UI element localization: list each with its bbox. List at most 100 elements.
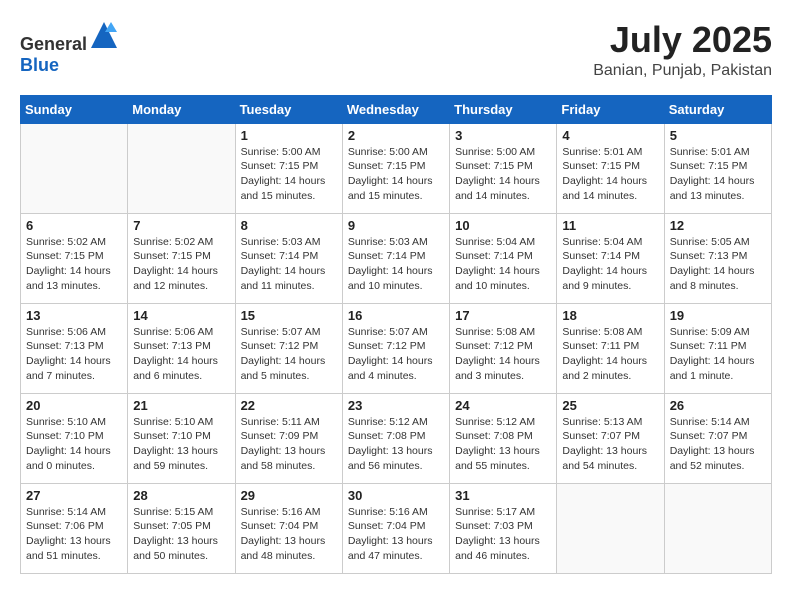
calendar-week-row: 27 Sunrise: 5:14 AM Sunset: 7:06 PM Dayli… <box>21 483 772 573</box>
day-number: 10 <box>455 218 551 233</box>
calendar-cell <box>128 123 235 213</box>
day-info: Sunrise: 5:16 AM Sunset: 7:04 PM Dayligh… <box>241 505 337 564</box>
calendar-cell: 26Sunrise: 5:14 AM Sunset: 7:07 PM Dayli… <box>664 393 771 483</box>
day-info: Sunrise: 5:07 AM Sunset: 7:12 PM Dayligh… <box>241 325 337 384</box>
calendar-cell <box>21 123 128 213</box>
day-number: 7 <box>133 218 229 233</box>
day-number: 11 <box>562 218 658 233</box>
logo-text: General Blue <box>20 20 119 76</box>
day-number: 1 <box>241 128 337 143</box>
day-number: 27 <box>26 488 122 503</box>
calendar-cell: 29 Sunrise: 5:16 AM Sunset: 7:04 PM Dayli… <box>235 483 342 573</box>
day-info: Sunrise: 5:12 AM Sunset: 7:08 PM Dayligh… <box>348 415 444 474</box>
calendar-cell: 6 Sunrise: 5:02 AM Sunset: 7:15 PM Daylig… <box>21 213 128 303</box>
calendar-header-wednesday: Wednesday <box>342 95 449 123</box>
calendar-cell: 2 Sunrise: 5:00 AM Sunset: 7:15 PM Daylig… <box>342 123 449 213</box>
day-info: Sunrise: 5:03 AM Sunset: 7:14 PM Dayligh… <box>241 235 337 294</box>
calendar-cell: 18Sunrise: 5:08 AM Sunset: 7:11 PM Dayli… <box>557 303 664 393</box>
calendar-cell: 27 Sunrise: 5:14 AM Sunset: 7:06 PM Dayli… <box>21 483 128 573</box>
calendar-cell: 3 Sunrise: 5:00 AM Sunset: 7:15 PM Daylig… <box>450 123 557 213</box>
calendar-header-friday: Friday <box>557 95 664 123</box>
calendar-cell: 11 Sunrise: 5:04 AM Sunset: 7:14 PM Dayli… <box>557 213 664 303</box>
calendar-header-thursday: Thursday <box>450 95 557 123</box>
day-info: Sunrise: 5:00 AM Sunset: 7:15 PM Dayligh… <box>455 145 551 204</box>
calendar-cell: 14Sunrise: 5:06 AM Sunset: 7:13 PM Dayli… <box>128 303 235 393</box>
day-info: Sunrise: 5:09 AM Sunset: 7:11 PM Dayligh… <box>670 325 766 384</box>
day-info: Sunrise: 5:05 AM Sunset: 7:13 PM Dayligh… <box>670 235 766 294</box>
calendar-header-tuesday: Tuesday <box>235 95 342 123</box>
day-info: Sunrise: 5:17 AM Sunset: 7:03 PM Dayligh… <box>455 505 551 564</box>
day-info: Sunrise: 5:01 AM Sunset: 7:15 PM Dayligh… <box>670 145 766 204</box>
location-title: Banian, Punjab, Pakistan <box>593 62 772 80</box>
day-number: 9 <box>348 218 444 233</box>
day-info: Sunrise: 5:08 AM Sunset: 7:11 PM Dayligh… <box>562 325 658 384</box>
logo: General Blue <box>20 20 119 76</box>
calendar-cell: 21 Sunrise: 5:10 AM Sunset: 7:10 PM Dayli… <box>128 393 235 483</box>
day-info: Sunrise: 5:02 AM Sunset: 7:15 PM Dayligh… <box>26 235 122 294</box>
day-number: 4 <box>562 128 658 143</box>
calendar-week-row: 1 Sunrise: 5:00 AM Sunset: 7:15 PM Daylig… <box>21 123 772 213</box>
title-block: July 2025 Banian, Punjab, Pakistan <box>593 20 772 80</box>
day-info: Sunrise: 5:14 AM Sunset: 7:07 PM Dayligh… <box>670 415 766 474</box>
day-number: 31 <box>455 488 551 503</box>
calendar-cell: 15 Sunrise: 5:07 AM Sunset: 7:12 PM Dayli… <box>235 303 342 393</box>
day-info: Sunrise: 5:02 AM Sunset: 7:15 PM Dayligh… <box>133 235 229 294</box>
logo-general: General <box>20 34 87 54</box>
day-number: 24 <box>455 398 551 413</box>
day-number: 21 <box>133 398 229 413</box>
calendar-cell: 4 Sunrise: 5:01 AM Sunset: 7:15 PM Daylig… <box>557 123 664 213</box>
calendar-cell: 22 Sunrise: 5:11 AM Sunset: 7:09 PM Dayli… <box>235 393 342 483</box>
day-info: Sunrise: 5:00 AM Sunset: 7:15 PM Dayligh… <box>241 145 337 204</box>
day-info: Sunrise: 5:00 AM Sunset: 7:15 PM Dayligh… <box>348 145 444 204</box>
calendar-header-row: SundayMondayTuesdayWednesdayThursdayFrid… <box>21 95 772 123</box>
day-info: Sunrise: 5:03 AM Sunset: 7:14 PM Dayligh… <box>348 235 444 294</box>
day-number: 6 <box>26 218 122 233</box>
day-number: 17 <box>455 308 551 323</box>
day-number: 23 <box>348 398 444 413</box>
day-info: Sunrise: 5:07 AM Sunset: 7:12 PM Dayligh… <box>348 325 444 384</box>
day-info: Sunrise: 5:12 AM Sunset: 7:08 PM Dayligh… <box>455 415 551 474</box>
day-number: 3 <box>455 128 551 143</box>
page-header: General Blue July 2025 Banian, Punjab, P… <box>20 20 772 80</box>
calendar-cell: 12Sunrise: 5:05 AM Sunset: 7:13 PM Dayli… <box>664 213 771 303</box>
calendar-cell: 25Sunrise: 5:13 AM Sunset: 7:07 PM Dayli… <box>557 393 664 483</box>
day-number: 20 <box>26 398 122 413</box>
day-number: 22 <box>241 398 337 413</box>
calendar-cell: 28Sunrise: 5:15 AM Sunset: 7:05 PM Dayli… <box>128 483 235 573</box>
calendar-week-row: 13 Sunrise: 5:06 AM Sunset: 7:13 PM Dayli… <box>21 303 772 393</box>
day-info: Sunrise: 5:01 AM Sunset: 7:15 PM Dayligh… <box>562 145 658 204</box>
day-number: 13 <box>26 308 122 323</box>
day-number: 29 <box>241 488 337 503</box>
month-title: July 2025 <box>593 20 772 60</box>
day-info: Sunrise: 5:13 AM Sunset: 7:07 PM Dayligh… <box>562 415 658 474</box>
day-number: 30 <box>348 488 444 503</box>
day-info: Sunrise: 5:06 AM Sunset: 7:13 PM Dayligh… <box>26 325 122 384</box>
calendar-header-monday: Monday <box>128 95 235 123</box>
day-info: Sunrise: 5:06 AM Sunset: 7:13 PM Dayligh… <box>133 325 229 384</box>
day-number: 19 <box>670 308 766 323</box>
day-number: 16 <box>348 308 444 323</box>
day-info: Sunrise: 5:11 AM Sunset: 7:09 PM Dayligh… <box>241 415 337 474</box>
day-info: Sunrise: 5:04 AM Sunset: 7:14 PM Dayligh… <box>562 235 658 294</box>
calendar-header-saturday: Saturday <box>664 95 771 123</box>
calendar-cell: 1 Sunrise: 5:00 AM Sunset: 7:15 PM Daylig… <box>235 123 342 213</box>
calendar-cell: 9 Sunrise: 5:03 AM Sunset: 7:14 PM Daylig… <box>342 213 449 303</box>
day-info: Sunrise: 5:10 AM Sunset: 7:10 PM Dayligh… <box>133 415 229 474</box>
calendar-week-row: 20 Sunrise: 5:10 AM Sunset: 7:10 PM Dayli… <box>21 393 772 483</box>
calendar-header-sunday: Sunday <box>21 95 128 123</box>
logo-blue: Blue <box>20 55 59 75</box>
day-info: Sunrise: 5:04 AM Sunset: 7:14 PM Dayligh… <box>455 235 551 294</box>
calendar-cell <box>664 483 771 573</box>
day-info: Sunrise: 5:14 AM Sunset: 7:06 PM Dayligh… <box>26 505 122 564</box>
day-number: 8 <box>241 218 337 233</box>
calendar-cell <box>557 483 664 573</box>
calendar-cell: 19 Sunrise: 5:09 AM Sunset: 7:11 PM Dayli… <box>664 303 771 393</box>
calendar-cell: 24 Sunrise: 5:12 AM Sunset: 7:08 PM Dayli… <box>450 393 557 483</box>
day-info: Sunrise: 5:16 AM Sunset: 7:04 PM Dayligh… <box>348 505 444 564</box>
day-number: 28 <box>133 488 229 503</box>
day-number: 15 <box>241 308 337 323</box>
calendar-table: SundayMondayTuesdayWednesdayThursdayFrid… <box>20 95 772 574</box>
day-number: 5 <box>670 128 766 143</box>
calendar-week-row: 6 Sunrise: 5:02 AM Sunset: 7:15 PM Daylig… <box>21 213 772 303</box>
day-number: 2 <box>348 128 444 143</box>
